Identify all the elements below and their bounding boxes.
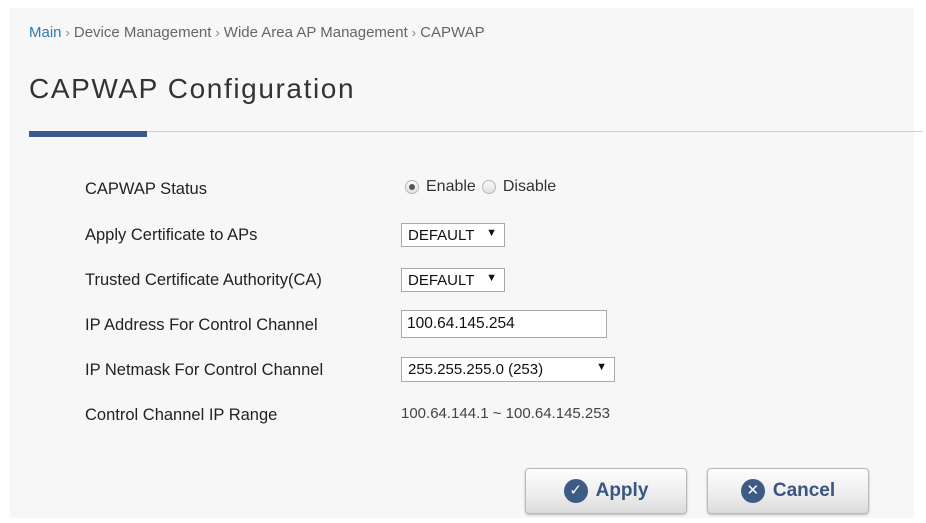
disable-radio[interactable] — [481, 180, 496, 194]
control-ip-label: IP Address For Control Channel — [85, 316, 318, 334]
page: Main › Device Management › Wide Area AP Mana… — [0, 0, 926, 523]
triangle-down-icon: ▼ — [486, 227, 497, 239]
apply-button[interactable]: ✓ Apply — [525, 468, 687, 514]
control-range-value: 100.64.144.1 ~ 100.64.145.253 — [401, 405, 610, 422]
apply-certificate-label: Apply Certificate to APs — [85, 226, 258, 244]
breadcrumb-device-management: Device Management — [73, 24, 212, 41]
x-circle-icon: ✕ — [740, 479, 765, 503]
capwap-status-radio-group: Enable Disable — [405, 178, 562, 196]
enable-radio[interactable] — [405, 180, 419, 194]
control-ip-input[interactable] — [401, 310, 607, 338]
control-netmask-select[interactable]: 255.255.255.0 (253) ▼ — [401, 357, 615, 382]
control-range-label: Control Channel IP Range — [85, 406, 278, 424]
cancel-button-label: Cancel — [772, 480, 836, 501]
breadcrumb-wide-area-ap: Wide Area AP Management — [223, 24, 408, 41]
page-title: CAPWAP Configuration — [29, 73, 356, 104]
triangle-down-icon: ▼ — [596, 361, 607, 373]
apply-certificate-select[interactable]: DEFAULT ▼ — [401, 223, 505, 247]
control-netmask-label: IP Netmask For Control Channel — [85, 361, 324, 379]
title-accent-bar — [29, 131, 147, 137]
apply-certificate-value: DEFAULT — [408, 226, 475, 244]
apply-button-label: Apply — [595, 480, 649, 501]
triangle-down-icon: ▼ — [486, 272, 497, 284]
trusted-ca-label: Trusted Certificate Authority(CA) — [85, 271, 322, 289]
title-divider — [29, 131, 923, 132]
trusted-ca-value: DEFAULT — [408, 271, 475, 289]
breadcrumb-main[interactable]: Main — [29, 24, 62, 41]
disable-radio-label[interactable]: Disable — [503, 178, 556, 196]
capwap-status-label: CAPWAP Status — [85, 180, 207, 198]
breadcrumb-capwap: CAPWAP — [420, 24, 485, 41]
breadcrumb-separator: › — [411, 25, 417, 40]
cancel-button[interactable]: ✕ Cancel — [707, 468, 869, 514]
control-netmask-value: 255.255.255.0 (253) — [408, 361, 544, 378]
breadcrumb-separator: › — [65, 25, 70, 40]
breadcrumb: Main › Device Management › Wide Area AP Mana… — [29, 24, 485, 41]
trusted-ca-select[interactable]: DEFAULT ▼ — [401, 268, 505, 292]
enable-radio-label[interactable]: Enable — [426, 178, 476, 196]
breadcrumb-separator: › — [215, 25, 220, 40]
check-circle-icon: ✓ — [563, 479, 588, 503]
